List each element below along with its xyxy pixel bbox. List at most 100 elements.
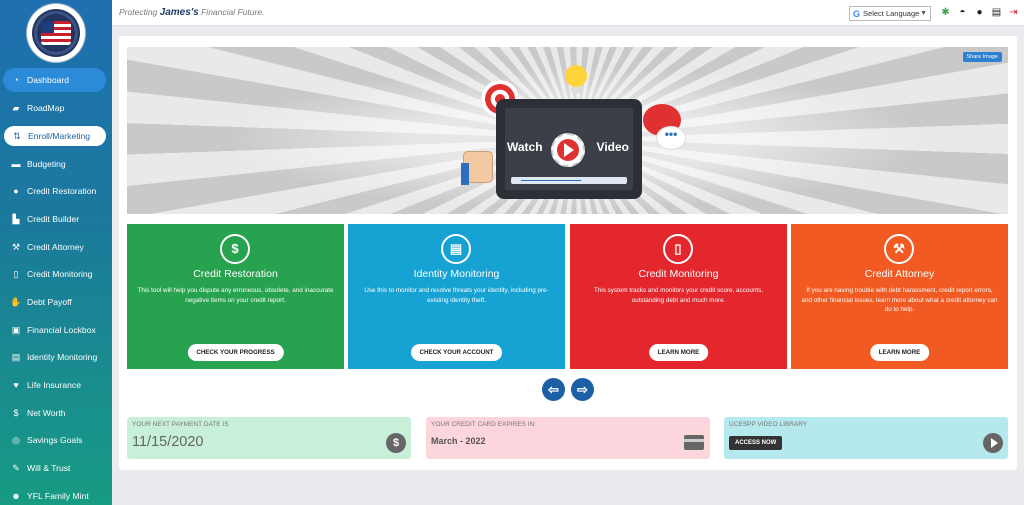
sidebar-item-will-trust[interactable]: ✎ Will & Trust [0, 454, 112, 482]
sidebar-item-label: Life Insurance [27, 380, 81, 391]
chat-dots-icon: ••• [656, 126, 686, 150]
video-progress-bar [511, 177, 627, 184]
tagline: Protecting James's Financial Future. [119, 7, 264, 18]
sidebar-item-roadmap[interactable]: ▰ RoadMap [0, 94, 112, 122]
company-logo[interactable] [27, 4, 85, 62]
thumbs-up-cuff [461, 163, 469, 185]
billing-icon[interactable]: ▤ [991, 7, 1002, 18]
sidebar-item-credit-attorney[interactable]: ⚒ Credit Attorney [0, 233, 112, 261]
video-library-label: UCESPP VIDEO LIBRARY [729, 421, 808, 428]
video-library-box: UCESPP VIDEO LIBRARY ACCESS NOW [724, 417, 1008, 459]
card-description: Use this to monitor and resolve threats … [364, 287, 549, 304]
chevron-down-icon: ▼ [920, 10, 927, 17]
sidebar-item-label: Budgeting [27, 158, 66, 169]
wallet-icon: ▬ [11, 158, 21, 169]
play-triangle-icon [564, 143, 574, 157]
money-bag-icon: $ [13, 407, 19, 418]
card-identity-monitoring: ▤ Identity Monitoring Use this to monito… [348, 224, 565, 369]
sidebar-item-dashboard[interactable]: ◔ Dashboard [3, 68, 106, 92]
coins-icon: ◎ [12, 435, 20, 446]
card-description: This system tracks and monitors your cre… [593, 287, 764, 304]
language-select-label: Select Language [863, 9, 920, 18]
sidebar-item-yfl-family-mint[interactable]: ☻ YFL Family Mint [0, 482, 112, 505]
tagline-prefix: Protecting [119, 7, 158, 17]
android-icon[interactable]: ✱ [940, 7, 951, 18]
sidebar-item-label: Credit Monitoring [27, 269, 93, 280]
video-banner[interactable]: Share Image ••• Watch Video [127, 47, 1008, 214]
sidebar-item-identity-monitoring[interactable]: ▤ Identity Monitoring [0, 344, 112, 372]
sidebar-item-label: Will & Trust [27, 463, 71, 474]
video-text: Video [596, 140, 629, 154]
language-select[interactable]: G Select Language ▼ [849, 6, 931, 21]
card-description: If you are having trouble with debt hara… [801, 287, 998, 313]
sidebar-item-debt-payoff[interactable]: ✋ Debt Payoff [0, 288, 112, 316]
id-card-icon: ▤ [11, 352, 21, 363]
sidebar-item-label: Enroll/Marketing [28, 130, 91, 141]
gavel-icon: ⚒ [884, 234, 914, 264]
card-credit-monitoring: ▯ Credit Monitoring This system tracks a… [570, 224, 787, 369]
sidebar-item-label: RoadMap [27, 102, 65, 113]
card-title: Identity Monitoring [413, 268, 500, 280]
play-circle-icon[interactable] [983, 433, 1003, 453]
dollar-icon: $ [386, 433, 406, 453]
learn-more-button[interactable]: LEARN MORE [869, 344, 930, 361]
sidebar-item-label: Credit Restoration [27, 186, 97, 197]
sidebar-item-net-worth[interactable]: $ Net Worth [0, 399, 112, 427]
next-payment-box: YOUR NEXT PAYMENT DATE IS 11/15/2020 $ [127, 417, 411, 459]
sidebar-item-credit-builder[interactable]: ▙ Credit Builder [0, 205, 112, 233]
sidebar-item-label: Net Worth [27, 407, 66, 418]
sidebar-item-label: Savings Goals [27, 435, 83, 446]
family-icon: ☻ [11, 490, 21, 501]
share-image-label: Share Image [966, 54, 999, 60]
speedometer-icon: ◔ [13, 75, 19, 85]
tablet-illustration: Watch Video [496, 99, 642, 199]
building-icon: ▙ [12, 213, 20, 224]
logout-icon[interactable]: ⇥ [1008, 7, 1019, 18]
tagline-suffix: Financial Future. [201, 7, 265, 17]
check-your-account-button[interactable]: CHECK YOUR ACCOUNT [410, 344, 503, 361]
car-icon: ▰ [12, 102, 20, 113]
share-icon: ⇅ [13, 130, 21, 141]
id-card-icon: ▤ [441, 234, 471, 264]
sidebar-item-enroll-marketing[interactable]: ⇅ Enroll/Marketing [4, 125, 106, 146]
hand-cash-icon: ✋ [10, 296, 22, 307]
sidebar-item-life-insurance[interactable]: ♥ Life Insurance [0, 371, 112, 399]
sidebar-item-label: Dashboard [27, 75, 70, 85]
card-expiry-label: YOUR CREDIT CARD EXPIRES IN: [431, 421, 536, 428]
user-icon[interactable]: ● [974, 7, 985, 18]
money-hand-icon: $ [220, 234, 250, 264]
sidebar-item-label: Credit Attorney [27, 241, 84, 252]
card-description: This tool will help you dispute any erro… [137, 287, 334, 304]
card-expiry-box: YOUR CREDIT CARD EXPIRES IN: March - 202… [426, 417, 710, 459]
next-arrow-icon[interactable]: ⇨ [571, 378, 594, 401]
dashboard-gauge-icon[interactable]: ◓ [957, 7, 968, 18]
share-image-button[interactable]: Share Image [962, 52, 1002, 62]
card-title: Credit Monitoring [638, 268, 719, 280]
lockbox-icon: ▣ [11, 324, 21, 335]
card-credit-restoration: $ Credit Restoration This tool will help… [127, 224, 344, 369]
flag-icon [41, 21, 71, 45]
card-title: Credit Attorney [864, 268, 935, 280]
sidebar-item-credit-monitoring[interactable]: ▯ Credit Monitoring [0, 260, 112, 288]
main-panel: Share Image ••• Watch Video $ Credit Res… [119, 36, 1017, 470]
previous-arrow-icon[interactable]: ⇦ [542, 378, 565, 401]
credit-card-icon [684, 435, 704, 450]
top-icons: ✱ ◓ ● ▤ ⇥ [940, 7, 1019, 18]
sidebar-item-label: Debt Payoff [27, 296, 72, 307]
sidebar-item-label: Financial Lockbox [27, 324, 96, 335]
sidebar-item-credit-restoration[interactable]: ● Credit Restoration [0, 177, 112, 205]
sidebar: ◔ Dashboard ▰ RoadMap ⇅ Enroll/Marketing ▬ B… [0, 0, 112, 505]
sidebar-item-budgeting[interactable]: ▬ Budgeting [0, 150, 112, 178]
logo-seal [32, 9, 80, 57]
mobile-icon: ▯ [663, 234, 693, 264]
money-hand-icon: ● [13, 186, 19, 197]
check-your-progress-button[interactable]: CHECK YOUR PROGRESS [187, 344, 284, 361]
watch-text: Watch [507, 140, 543, 154]
next-payment-label: YOUR NEXT PAYMENT DATE IS [132, 421, 229, 428]
sidebar-item-financial-lockbox[interactable]: ▣ Financial Lockbox [0, 316, 112, 344]
card-expiry-value: March - 2022 [431, 436, 486, 446]
sidebar-item-savings-goals[interactable]: ◎ Savings Goals [0, 427, 112, 455]
learn-more-button[interactable]: LEARN MORE [648, 344, 709, 361]
access-now-button[interactable]: ACCESS NOW [729, 436, 783, 450]
tablet-screen: Watch Video [505, 108, 633, 190]
